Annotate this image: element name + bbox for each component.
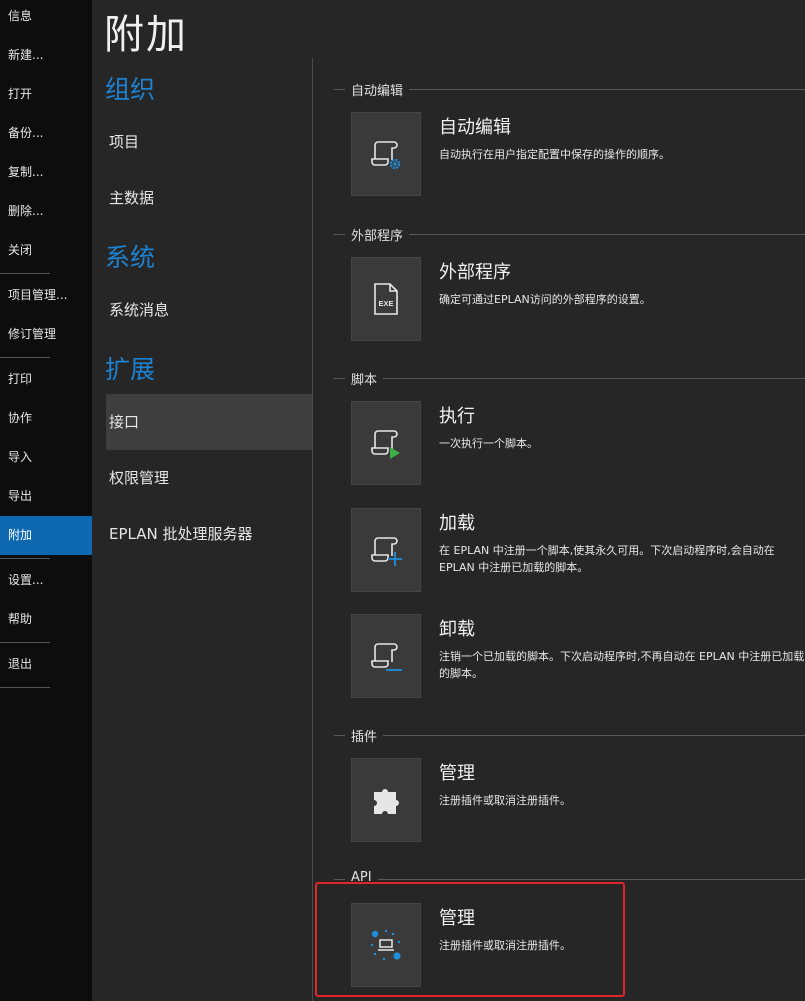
auto-edit-title: 自动编辑: [439, 117, 511, 138]
exe-badge-text: EXE: [378, 299, 393, 308]
group-label-external-program: 外部程序: [345, 225, 410, 244]
load-script-button[interactable]: [351, 508, 421, 592]
group-label-script: 脚本: [345, 369, 384, 388]
execute-script-description: 一次执行一个脚本。: [439, 437, 538, 450]
nav-item-new[interactable]: 新建...: [0, 36, 92, 75]
nav-item-exit[interactable]: 退出: [0, 645, 92, 684]
group-divider: [334, 735, 805, 736]
nav-item-collaborate[interactable]: 协作: [0, 399, 92, 438]
external-program-description: 确定可通过EPLAN访问的外部程序的设置。: [439, 293, 651, 306]
unload-script-button[interactable]: [351, 614, 421, 698]
category-item-system-messages[interactable]: 系统消息: [106, 282, 312, 338]
scroll-play-icon: [371, 430, 400, 459]
plugin-manage-button[interactable]: [351, 758, 421, 842]
nav-divider: [0, 687, 50, 688]
external-program-button[interactable]: EXE: [351, 257, 421, 341]
nav-divider: [0, 558, 50, 559]
scroll-minus-icon: [371, 643, 402, 671]
nav-item-export[interactable]: 导出: [0, 477, 92, 516]
section-heading-organization: 组织: [105, 75, 156, 104]
nav-divider: [0, 642, 50, 643]
scroll-gear-icon: [371, 141, 401, 170]
load-script-title: 加载: [439, 513, 475, 534]
load-script-description: 在 EPLAN 中注册一个脚本,使其永久可用。下次启动程序时,会自动在 EPLA…: [439, 544, 775, 574]
nav-item-open[interactable]: 打开: [0, 75, 92, 114]
external-program-title: 外部程序: [439, 262, 511, 283]
category-item-batch-server[interactable]: EPLAN 批处理服务器: [106, 506, 312, 562]
backstage-nav: 信息 新建... 打开 备份... 复制... 删除... 关闭 项目管理...…: [0, 0, 92, 1001]
nav-item-copy[interactable]: 复制...: [0, 153, 92, 192]
group-label-auto-edit: 自动编辑: [345, 80, 410, 99]
auto-edit-button[interactable]: [351, 112, 421, 196]
page-title: 附加: [104, 12, 188, 58]
nav-item-settings[interactable]: 设置...: [0, 561, 92, 600]
nav-item-backup[interactable]: 备份...: [0, 114, 92, 153]
nav-item-revision-management[interactable]: 修订管理: [0, 315, 92, 354]
nav-item-import[interactable]: 导入: [0, 438, 92, 477]
scroll-plus-icon: [371, 537, 402, 566]
puzzle-icon: [374, 789, 399, 814]
category-item-interface[interactable]: 接口: [106, 394, 312, 450]
column-divider: [312, 58, 313, 1001]
nav-item-project-management[interactable]: 项目管理...: [0, 276, 92, 315]
nav-item-info[interactable]: 信息: [0, 0, 92, 36]
nav-item-delete[interactable]: 删除...: [0, 192, 92, 231]
exe-file-icon: EXE: [374, 283, 398, 315]
unload-script-description: 注销一个已加载的脚本。下次启动程序时,不再自动在 EPLAN 中注册已加载的脚本…: [439, 650, 805, 680]
auto-edit-description: 自动执行在用户指定配置中保存的操作的顺序。: [439, 148, 670, 161]
group-divider: [334, 879, 805, 880]
execute-script-button[interactable]: [351, 401, 421, 485]
category-list: 组织 项目 主数据 系统 系统消息 扩展 接口 权限管理 EPLAN 批处理服务…: [92, 58, 312, 1001]
section-heading-system: 系统: [105, 243, 156, 272]
category-item-master-data[interactable]: 主数据: [106, 170, 312, 226]
nav-item-close[interactable]: 关闭: [0, 231, 92, 270]
execute-script-title: 执行: [439, 406, 475, 427]
nav-item-print[interactable]: 打印: [0, 360, 92, 399]
nav-divider: [0, 273, 50, 274]
plugin-manage-title: 管理: [439, 763, 475, 784]
group-divider: [334, 378, 805, 379]
nav-item-help[interactable]: 帮助: [0, 600, 92, 639]
plugin-manage-description: 注册插件或取消注册插件。: [439, 794, 571, 807]
unload-script-title: 卸载: [439, 619, 475, 640]
category-item-rights-management[interactable]: 权限管理: [106, 450, 312, 506]
nav-divider: [0, 357, 50, 358]
highlight-box: [315, 882, 625, 997]
nav-item-extras[interactable]: 附加: [0, 516, 92, 555]
category-item-project[interactable]: 项目: [106, 114, 312, 170]
group-label-plugin: 插件: [345, 726, 384, 745]
section-heading-extension: 扩展: [105, 355, 156, 384]
